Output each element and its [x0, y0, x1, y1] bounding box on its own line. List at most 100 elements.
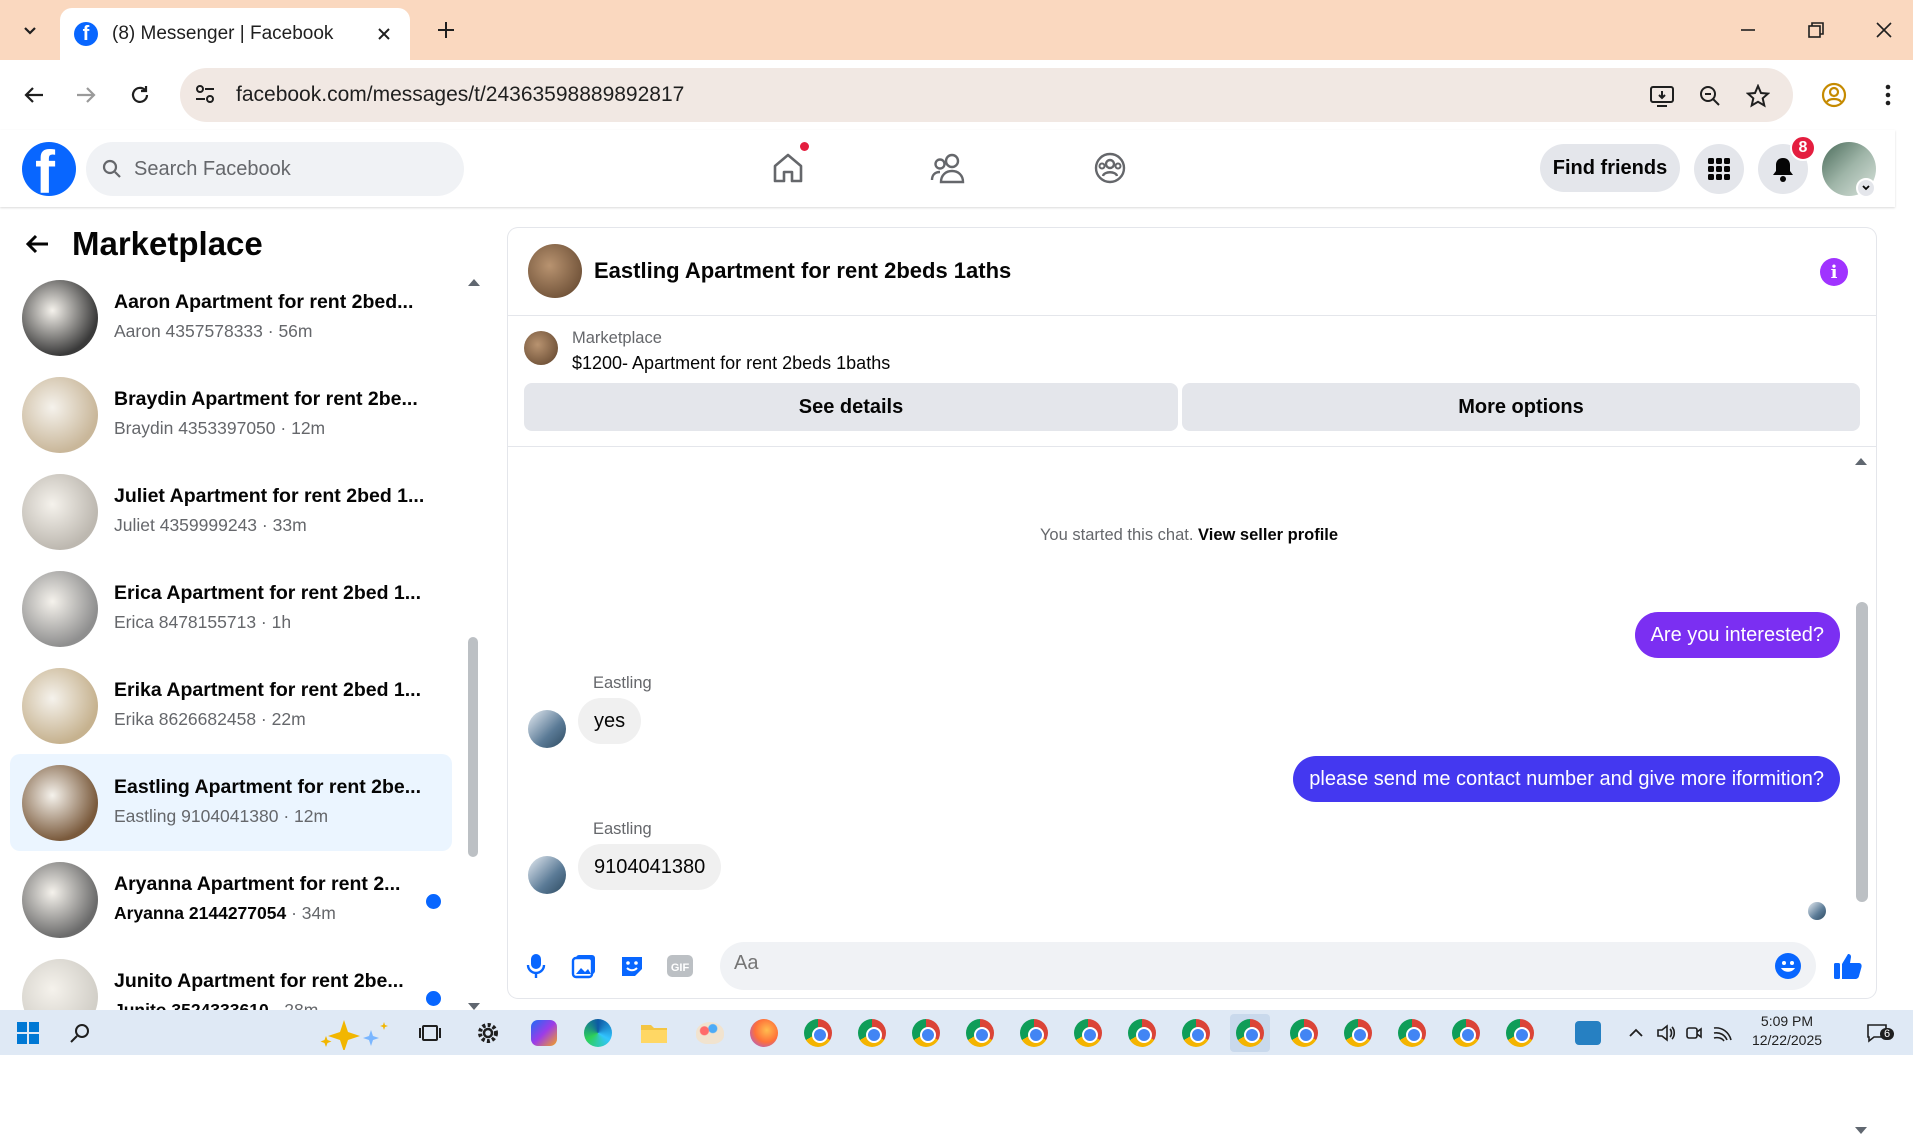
chat-avatar[interactable]	[528, 244, 582, 298]
thread-scroll-up-icon[interactable]	[1854, 456, 1868, 466]
chrome-icon[interactable]	[960, 1014, 1000, 1052]
profile-button[interactable]	[1814, 75, 1854, 115]
menu-button[interactable]	[1694, 144, 1744, 194]
home-nav-button[interactable]	[748, 140, 828, 196]
conversation-item[interactable]: Eastling Apartment for rent 2be... Eastli…	[10, 754, 452, 851]
conversation-item[interactable]: Juliet Apartment for rent 2bed 1... Julie…	[10, 463, 452, 560]
volume-icon[interactable]	[1652, 1014, 1680, 1052]
address-bar[interactable]: facebook.com/messages/t/2436359888989281…	[180, 68, 1793, 122]
conversation-item[interactable]: Junito Apartment for rent 2be... Junito 3…	[10, 948, 452, 1010]
facebook-favicon-icon: f	[74, 22, 98, 46]
chrome-icon-active[interactable]	[1230, 1014, 1270, 1052]
back-arrow-icon[interactable]	[24, 233, 50, 255]
listing-thumbnail[interactable]	[524, 331, 558, 365]
close-window-button[interactable]	[1862, 10, 1906, 50]
chrome-icon[interactable]	[1176, 1014, 1216, 1052]
view-seller-profile-link[interactable]: View seller profile	[1198, 526, 1338, 544]
meet-now-icon[interactable]	[1680, 1014, 1708, 1052]
settings-gear-icon[interactable]	[468, 1014, 508, 1052]
chrome-icon[interactable]	[1392, 1014, 1432, 1052]
conversation-snippet: Junito 3524333610	[114, 1000, 269, 1010]
browser-tab[interactable]: f (8) Messenger | Facebook	[60, 8, 410, 60]
conversation-item[interactable]: Braydin Apartment for rent 2be... Braydin…	[10, 366, 452, 463]
outgoing-message[interactable]: please send me contact number and give m…	[1293, 756, 1840, 802]
back-button[interactable]	[14, 75, 54, 115]
bookmark-star-icon[interactable]	[1742, 80, 1774, 112]
outgoing-message[interactable]: Are you interested?	[1634, 612, 1840, 658]
conversation-item[interactable]: Aryanna Apartment for rent 2... Aryanna 2…	[10, 851, 452, 948]
listing-price[interactable]: $1200- Apartment for rent 2beds 1baths	[572, 353, 890, 374]
find-friends-button[interactable]: Find friends	[1540, 144, 1680, 192]
conversation-thumbnail	[22, 280, 98, 356]
search-input[interactable]	[134, 157, 434, 181]
see-details-button[interactable]: See details	[524, 383, 1178, 431]
system-clock[interactable]: 5:09 PM 12/22/2025	[1742, 1012, 1832, 1050]
chrome-icon[interactable]	[1068, 1014, 1108, 1052]
edge-browser-icon[interactable]	[578, 1014, 618, 1052]
chrome-icon[interactable]	[1500, 1014, 1540, 1052]
sidebar-scrollbar[interactable]	[468, 637, 478, 857]
facebook-logo[interactable]: f	[22, 142, 76, 196]
account-chevron-icon[interactable]	[1856, 178, 1876, 198]
thread-scroll-down-icon[interactable]	[1854, 1126, 1868, 1136]
zoom-icon[interactable]	[1694, 80, 1726, 112]
conversation-separator: ·	[275, 418, 292, 438]
site-settings-icon[interactable]	[194, 83, 216, 105]
search-box[interactable]	[86, 142, 464, 196]
start-button[interactable]	[8, 1014, 48, 1052]
gif-button[interactable]: GIF	[662, 948, 698, 984]
wifi-icon[interactable]	[1708, 1014, 1736, 1052]
reload-button[interactable]	[120, 75, 160, 115]
taskbar-search-button[interactable]	[60, 1014, 100, 1052]
minimize-button[interactable]	[1726, 10, 1770, 50]
blue-app-icon[interactable]	[1568, 1014, 1608, 1052]
message-input-box[interactable]	[720, 942, 1816, 990]
incoming-message[interactable]: 9104041380	[578, 844, 722, 890]
emoji-icon[interactable]	[1774, 952, 1802, 980]
windows-logo-icon	[17, 1022, 39, 1044]
conversation-item[interactable]: Erika Apartment for rent 2bed 1... Erika …	[10, 657, 452, 754]
conversation-time: 56m	[278, 321, 313, 341]
voice-clip-button[interactable]	[518, 948, 554, 984]
tab-search-button[interactable]	[8, 10, 52, 50]
file-explorer-icon[interactable]	[634, 1014, 674, 1052]
chrome-icon[interactable]	[852, 1014, 892, 1052]
chrome-icon[interactable]	[1446, 1014, 1486, 1052]
incoming-message[interactable]: yes	[578, 698, 642, 744]
conversation-item[interactable]: Erica Apartment for rent 2bed 1... Erica …	[10, 560, 452, 657]
firefox-icon[interactable]	[744, 1014, 784, 1052]
browser-menu-button[interactable]	[1868, 75, 1908, 115]
install-app-icon[interactable]	[1646, 80, 1678, 112]
more-options-button[interactable]: More options	[1182, 383, 1860, 431]
chat-title[interactable]: Eastling Apartment for rent 2beds 1aths	[594, 258, 1011, 284]
copilot-app-icon[interactable]	[524, 1014, 564, 1052]
new-tab-button[interactable]	[426, 14, 466, 46]
restore-button[interactable]	[1794, 10, 1838, 50]
info-icon[interactable]: i	[1820, 258, 1848, 286]
close-tab-icon[interactable]	[372, 22, 396, 46]
notification-center-button[interactable]: 6	[1852, 1014, 1902, 1052]
conversation-thumbnail	[22, 377, 98, 453]
chrome-icon[interactable]	[906, 1014, 946, 1052]
paint-app-icon[interactable]	[690, 1014, 730, 1052]
conversation-item[interactable]: Aaron Apartment for rent 2bed... Aaron 43…	[10, 269, 452, 366]
sticker-button[interactable]	[614, 948, 650, 984]
chrome-icon[interactable]	[1014, 1014, 1054, 1052]
chrome-icon[interactable]	[1122, 1014, 1162, 1052]
friends-nav-button[interactable]	[908, 140, 988, 196]
chrome-icon[interactable]	[1284, 1014, 1324, 1052]
thread-scrollbar[interactable]	[1856, 602, 1868, 902]
like-button[interactable]	[1830, 948, 1866, 984]
copilot-sparkle-icon[interactable]	[316, 1014, 392, 1052]
forward-button[interactable]	[66, 75, 106, 115]
groups-nav-button[interactable]	[1070, 140, 1150, 196]
sender-avatar[interactable]	[528, 710, 566, 748]
chrome-icon[interactable]	[1338, 1014, 1378, 1052]
sender-avatar[interactable]	[528, 856, 566, 894]
attach-photo-button[interactable]	[566, 948, 602, 984]
message-input[interactable]	[734, 952, 1734, 975]
scroll-down-arrow-icon[interactable]	[467, 1002, 481, 1010]
task-view-icon[interactable]	[410, 1014, 450, 1052]
chrome-icon[interactable]	[798, 1014, 838, 1052]
tray-chevron-up-icon[interactable]	[1624, 1014, 1648, 1052]
